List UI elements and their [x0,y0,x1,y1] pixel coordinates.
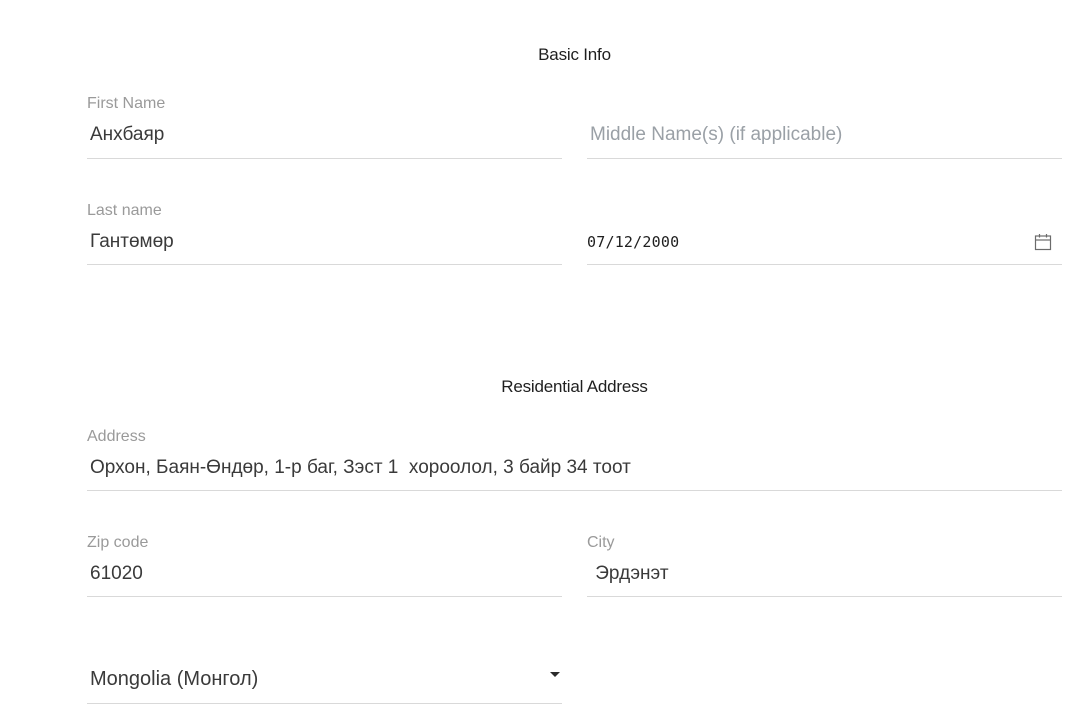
address-input[interactable] [87,455,1062,481]
last-name-input[interactable] [87,229,562,255]
first-name-input[interactable] [87,122,562,148]
basic-info-title: Basic Info [538,45,611,64]
birth-date-value[interactable]: 07/12/2000 [587,233,679,251]
city-input[interactable] [587,561,1062,587]
city-label: City [587,534,615,551]
city-field: City [587,534,1062,597]
address-field: Address [87,428,1062,491]
birth-date-field[interactable]: 07/12/2000 [587,202,1062,265]
last-name-label: Last name [87,202,162,219]
caret-down-icon[interactable] [550,672,560,677]
country-select[interactable]: Mongolia (Монгол) [87,650,562,704]
middle-name-input[interactable] [587,122,1062,148]
middle-name-field [587,95,1062,159]
residential-address-title: Residential Address [501,377,648,396]
calendar-icon[interactable] [1034,233,1052,251]
first-name-field: First Name [87,95,562,159]
address-label: Address [87,428,146,445]
first-name-label: First Name [87,95,166,112]
zip-code-label: Zip code [87,534,149,551]
zip-code-input[interactable] [87,561,562,587]
last-name-field: Last name [87,202,562,265]
zip-code-field: Zip code [87,534,562,597]
country-select-value[interactable]: Mongolia (Монгол) [90,668,258,691]
